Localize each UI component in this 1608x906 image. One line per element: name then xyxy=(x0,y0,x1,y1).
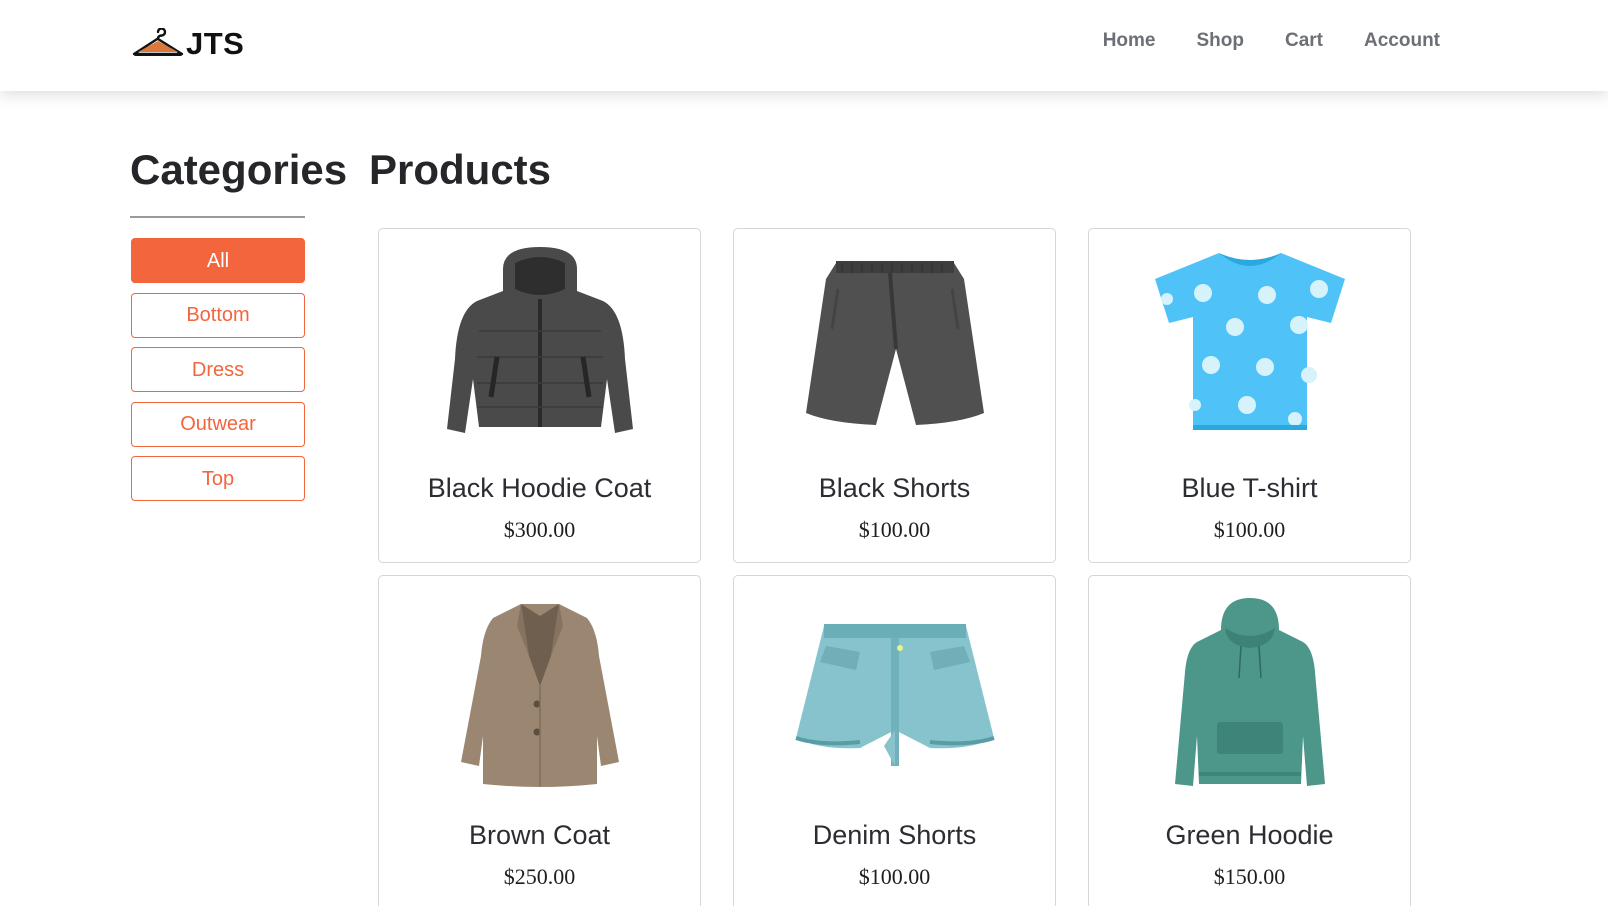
product-card[interactable]: Green Hoodie $150.00 xyxy=(1088,575,1411,906)
product-card[interactable]: Denim Shorts $100.00 xyxy=(733,575,1056,906)
category-outwear-button[interactable]: Outwear xyxy=(131,401,305,447)
product-name: Black Shorts xyxy=(818,473,971,503)
product-card[interactable]: Blue T-shirt $100.00 xyxy=(1088,228,1411,563)
category-list: All Bottom Dress Outwear Top xyxy=(131,238,305,511)
main-nav: Home Shop Cart Account xyxy=(1103,30,1440,52)
brown-coat-image xyxy=(425,586,655,796)
category-top-button[interactable]: Top xyxy=(131,456,305,501)
product-name: Denim Shorts xyxy=(812,820,977,850)
product-name: Brown Coat xyxy=(468,820,611,850)
product-price: $150.00 xyxy=(1213,864,1286,889)
product-name: Blue T-shirt xyxy=(1181,473,1318,503)
brand-name: JTS xyxy=(186,26,245,61)
denim-shorts-image xyxy=(780,586,1010,796)
product-card[interactable]: Black Hoodie Coat $300.00 xyxy=(378,228,701,563)
product-grid: Black Hoodie Coat $300.00 Black Shorts $… xyxy=(378,228,1412,906)
hanger-icon xyxy=(132,28,184,56)
nav-home[interactable]: Home xyxy=(1103,30,1156,52)
black-shorts-image xyxy=(780,239,1010,449)
nav-shop[interactable]: Shop xyxy=(1196,30,1244,52)
category-bottom-button[interactable]: Bottom xyxy=(131,292,305,338)
nav-account[interactable]: Account xyxy=(1364,30,1440,52)
product-card[interactable]: Brown Coat $250.00 xyxy=(378,575,701,906)
green-hoodie-image xyxy=(1135,586,1365,796)
navbar: JTS Home Shop Cart Account xyxy=(0,0,1608,91)
blue-tshirt-image xyxy=(1135,239,1365,449)
product-price: $250.00 xyxy=(503,864,576,889)
nav-cart[interactable]: Cart xyxy=(1285,30,1323,52)
category-dress-button[interactable]: Dress xyxy=(131,347,305,392)
product-card[interactable]: Black Shorts $100.00 xyxy=(733,228,1056,563)
product-price: $100.00 xyxy=(858,864,931,889)
categories-heading: Categories xyxy=(130,146,348,193)
product-price: $100.00 xyxy=(1213,517,1286,542)
category-all-button[interactable]: All xyxy=(131,238,305,283)
product-name: Black Hoodie Coat xyxy=(427,473,652,503)
products-heading: Products xyxy=(369,146,552,193)
product-price: $300.00 xyxy=(503,517,576,542)
product-name: Green Hoodie xyxy=(1165,820,1334,850)
product-price: $100.00 xyxy=(858,517,931,542)
categories-divider xyxy=(130,216,305,218)
brand-logo[interactable]: JTS xyxy=(132,26,244,62)
black-hoodie-coat-image xyxy=(425,239,655,449)
